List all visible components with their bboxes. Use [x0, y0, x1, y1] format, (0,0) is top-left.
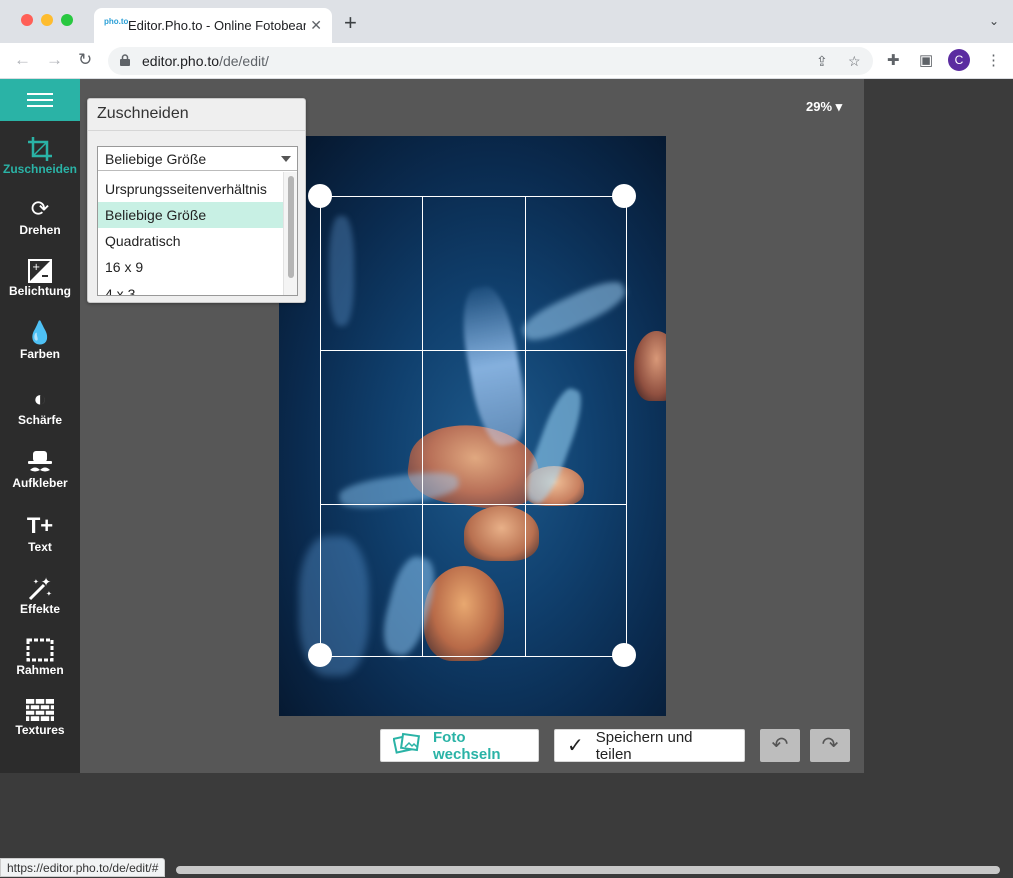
- reload-icon[interactable]: ↻: [78, 51, 92, 69]
- rotate-icon: ⟳: [30, 196, 50, 221]
- aspect-ratio-select[interactable]: Beliebige Größe Ursprungsseitenverhältni…: [97, 146, 298, 296]
- tool-frames[interactable]: Rahmen: [0, 635, 80, 677]
- tool-sidebar: Zuschneiden ⟳ Drehen + Belichtung 💧 Farb…: [0, 79, 80, 773]
- forward-arrow-icon[interactable]: →: [46, 51, 63, 69]
- address-bar: ← → ↻ editor.pho.to/de/edit/ ⇪ ☆ ✚ ▣ C ⋮: [0, 43, 1013, 79]
- grid-line: [525, 197, 526, 656]
- dropdown-scrollbar[interactable]: [283, 172, 297, 295]
- select-current-value[interactable]: Beliebige Größe: [98, 147, 297, 171]
- option-original-ratio[interactable]: Ursprungsseitenverhältnis: [98, 176, 283, 202]
- crop-handle-bottom-left[interactable]: [308, 643, 332, 667]
- url-text: editor.pho.to/de/edit/: [142, 53, 269, 69]
- svg-text:✦: ✦: [33, 578, 39, 586]
- profile-avatar[interactable]: C: [948, 49, 970, 71]
- grid-line: [321, 504, 626, 505]
- tool-effects[interactable]: ✦ ✦ ✦ Effekte: [0, 574, 80, 616]
- chevron-down-icon[interactable]: [281, 156, 291, 162]
- favicon-icon: pho.to: [104, 16, 129, 26]
- status-url: https://editor.pho.to/de/edit/#: [0, 858, 166, 877]
- grid-line: [321, 350, 626, 351]
- horizontal-scrollbar[interactable]: [176, 866, 1000, 874]
- tool-colors[interactable]: 💧 Farben: [0, 319, 80, 361]
- maximize-window-button[interactable]: [61, 14, 73, 26]
- close-window-button[interactable]: [21, 14, 33, 26]
- option-any-size[interactable]: Beliebige Größe: [98, 202, 283, 228]
- panel-title: Zuschneiden: [97, 105, 189, 122]
- zoom-dropdown[interactable]: 29% ▾: [806, 99, 842, 115]
- minimize-window-button[interactable]: [41, 14, 53, 26]
- hamburger-line: [27, 99, 53, 101]
- crop-handle-top-left[interactable]: [308, 184, 332, 208]
- sharpness-icon: ◐: [33, 386, 47, 411]
- tool-crop[interactable]: Zuschneiden: [0, 134, 80, 176]
- url-field[interactable]: editor.pho.to/de/edit/ ⇪ ☆: [108, 47, 873, 75]
- side-panel-icon[interactable]: ▣: [919, 53, 933, 69]
- crop-handle-bottom-right[interactable]: [612, 643, 636, 667]
- back-arrow-icon[interactable]: ←: [14, 51, 31, 69]
- share-icon[interactable]: ⇪: [816, 53, 828, 70]
- editor-app: Zuschneiden ⟳ Drehen + Belichtung 💧 Farb…: [0, 79, 1013, 878]
- change-photo-button[interactable]: Foto wechseln: [380, 729, 539, 763]
- svg-text:+: +: [32, 262, 40, 273]
- svg-text:✦: ✦: [41, 576, 51, 589]
- option-square[interactable]: Quadratisch: [98, 228, 283, 254]
- crop-panel: Zuschneiden Beliebige Größe Ursprungssei…: [87, 98, 306, 303]
- extensions-puzzle-icon[interactable]: ✚: [887, 53, 900, 69]
- tool-text[interactable]: T+ Text: [0, 512, 80, 554]
- tab-search-chevron-icon[interactable]: ⌄: [989, 14, 999, 28]
- svg-text:✦: ✦: [46, 590, 52, 598]
- browser-tab-bar: pho.to Editor.Pho.to - Online Fotobearbe…: [0, 0, 1013, 43]
- redo-button[interactable]: ↷: [810, 729, 850, 762]
- option-16x9[interactable]: 16 x 9: [98, 254, 283, 280]
- divider: [88, 130, 305, 131]
- option-4x3[interactable]: 4 x 3: [98, 280, 283, 295]
- grid-line: [422, 197, 423, 656]
- crop-box[interactable]: [320, 196, 627, 657]
- hamburger-line: [27, 93, 53, 95]
- tool-exposure[interactable]: + Belichtung: [0, 256, 80, 298]
- tool-rotate[interactable]: ⟳ Drehen: [0, 195, 80, 237]
- drop-icon: 💧: [26, 320, 54, 345]
- tool-sharpness[interactable]: ◐ Schärfe: [0, 385, 80, 427]
- new-tab-button[interactable]: +: [344, 12, 357, 34]
- lock-icon: [120, 54, 130, 66]
- scrollbar-thumb[interactable]: [288, 176, 294, 278]
- magic-wand-icon: ✦ ✦ ✦: [0, 574, 80, 602]
- jellyfish-edge: [634, 331, 666, 401]
- browser-tab[interactable]: pho.to Editor.Pho.to - Online Fotobearbe…: [94, 8, 332, 43]
- tool-textures[interactable]: Textures: [0, 695, 80, 737]
- tool-stickers[interactable]: Aufkleber: [0, 448, 80, 490]
- sticker-icon: [0, 448, 80, 476]
- undo-button[interactable]: ↶: [760, 729, 800, 762]
- redo-icon: ↷: [821, 734, 839, 756]
- frame-icon: [0, 635, 80, 663]
- browser-menu-icon[interactable]: ⋮: [986, 53, 1001, 69]
- hamburger-menu-button[interactable]: [0, 79, 80, 121]
- crop-handle-top-right[interactable]: [612, 184, 636, 208]
- text-icon: T+: [26, 513, 54, 538]
- crop-icon: [0, 134, 80, 162]
- textures-icon: [0, 695, 80, 723]
- photos-icon: [392, 732, 421, 759]
- hamburger-line: [27, 105, 53, 107]
- close-tab-icon[interactable]: ✕: [310, 17, 322, 34]
- undo-icon: ↶: [771, 734, 789, 756]
- save-and-share-button[interactable]: ✓ Speichern und teilen: [554, 729, 745, 763]
- bookmark-star-icon[interactable]: ☆: [848, 53, 861, 70]
- tab-title: Editor.Pho.to - Online Fotobearbeitung: [128, 18, 307, 33]
- checkmark-icon: ✓: [567, 735, 584, 757]
- exposure-icon: +: [0, 256, 80, 284]
